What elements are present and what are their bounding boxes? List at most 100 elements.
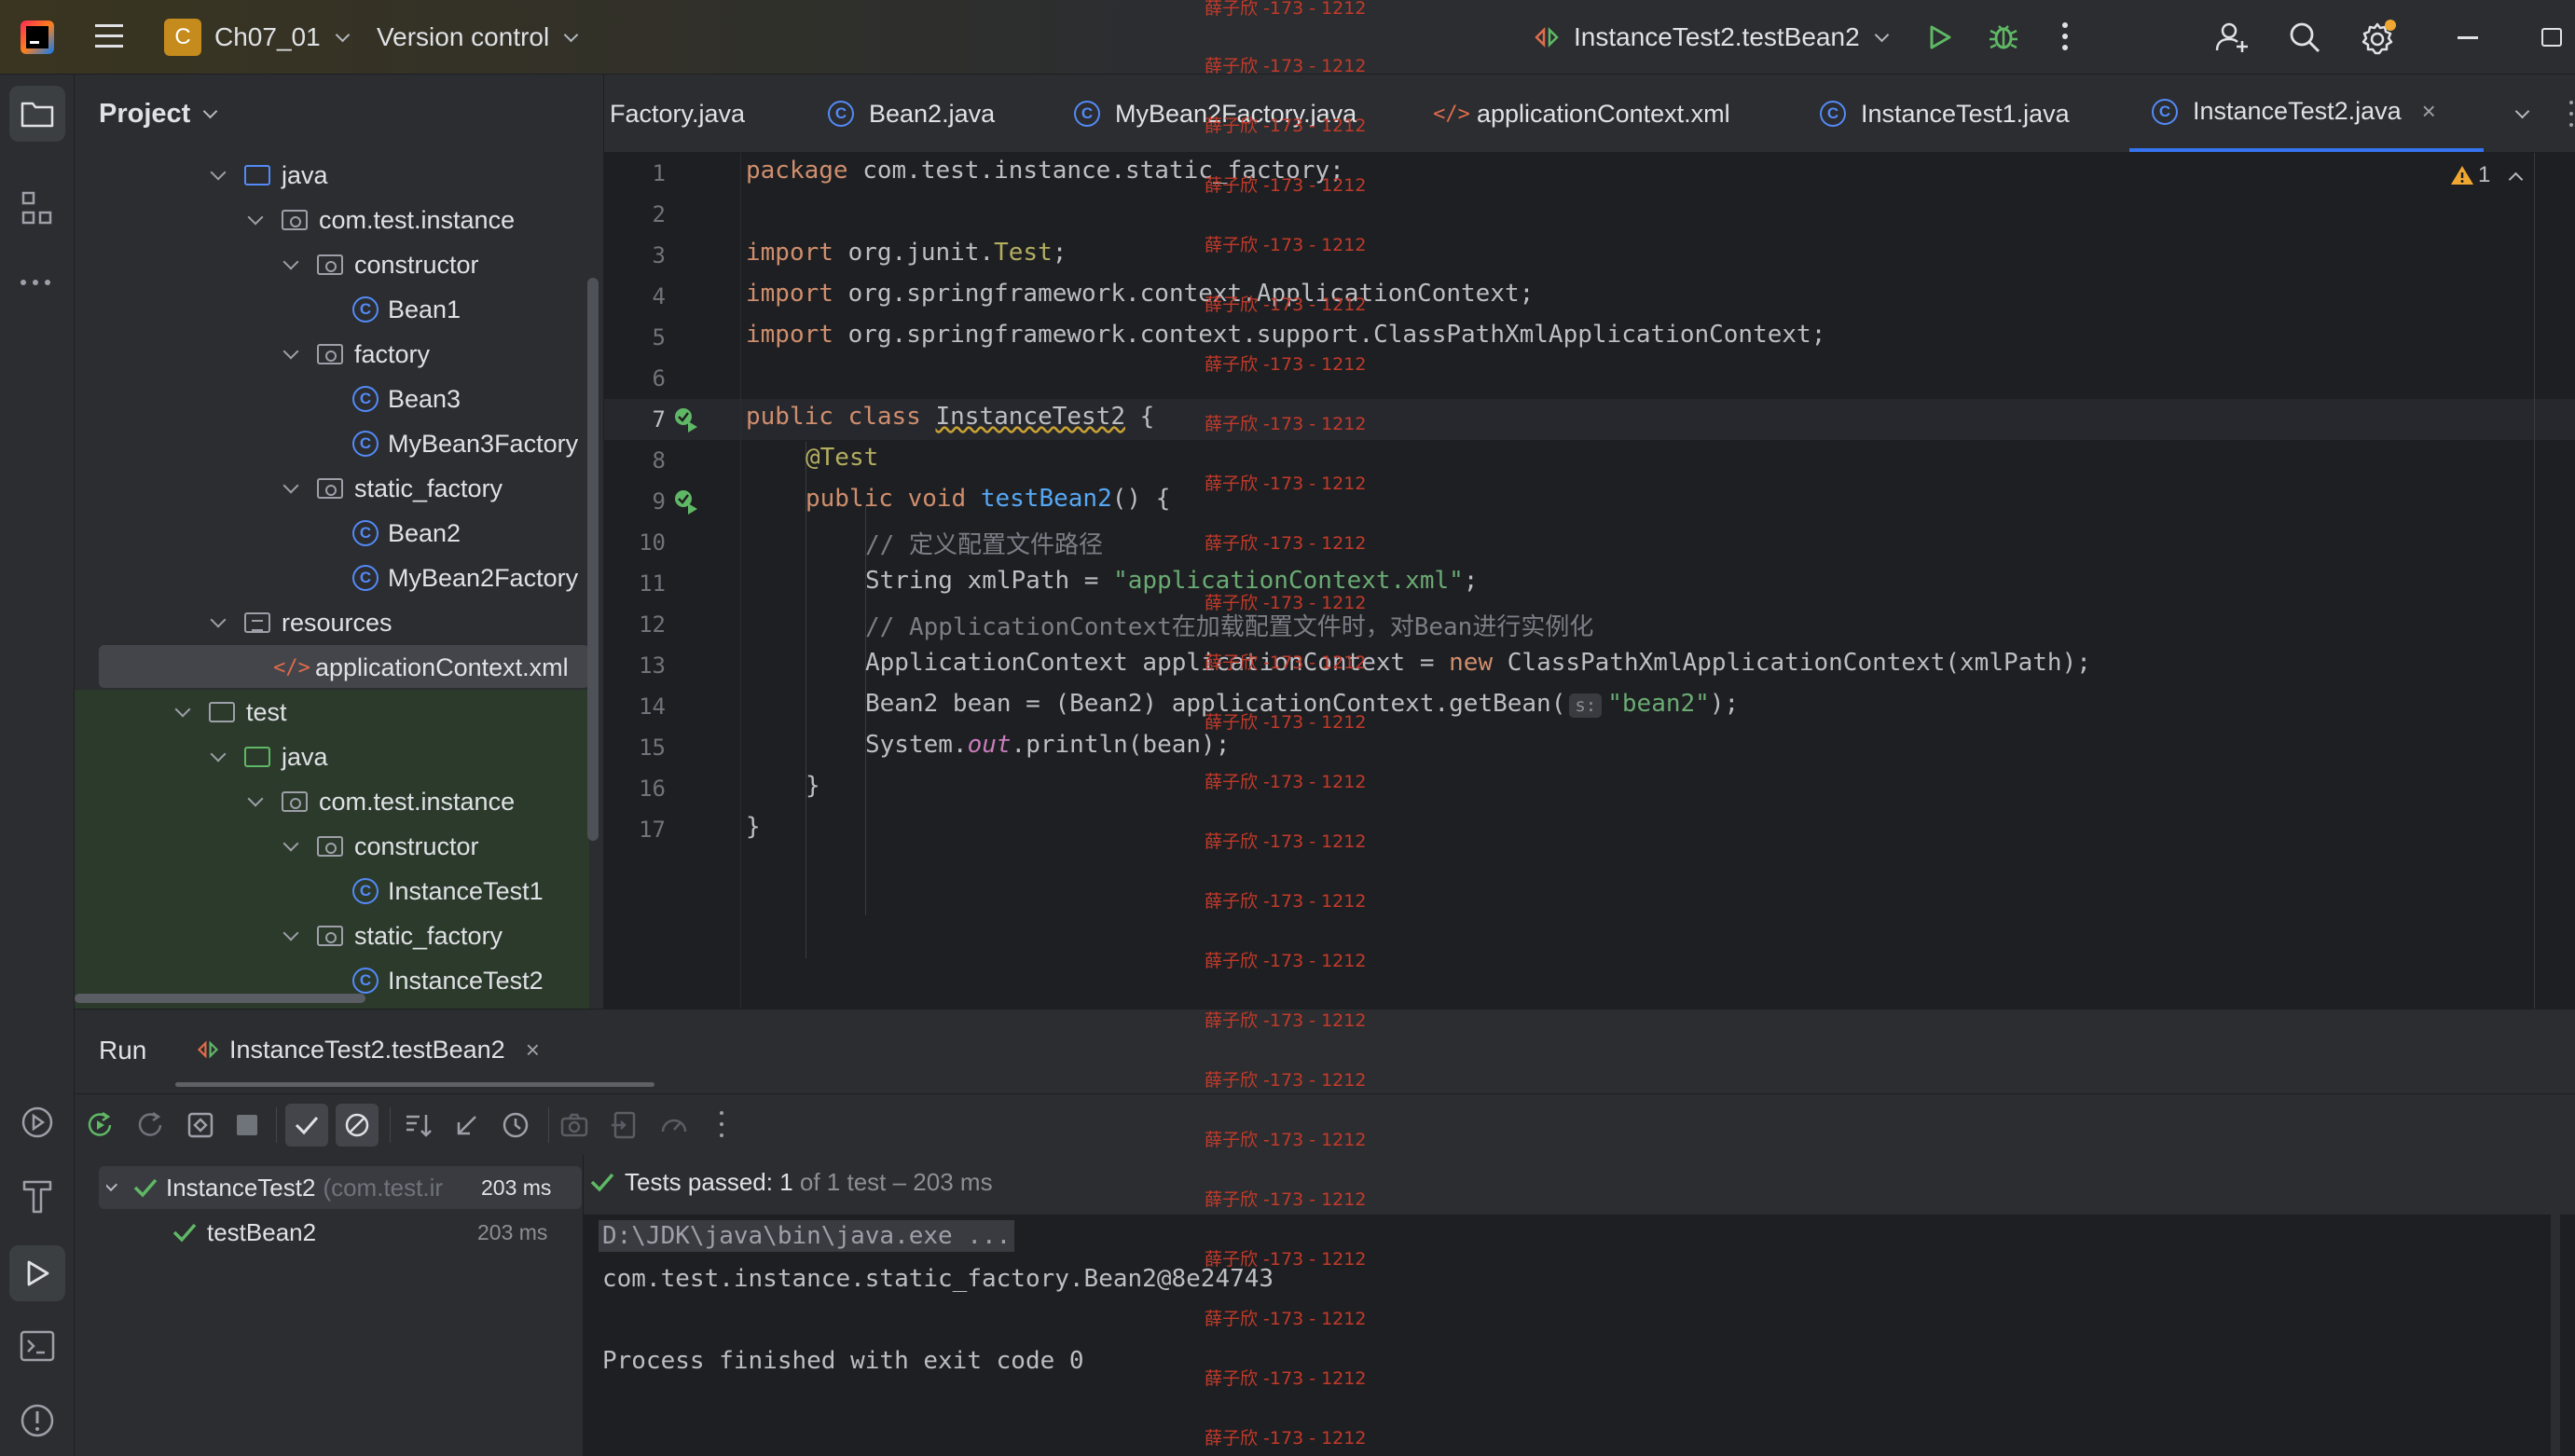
horizontal-scrollbar[interactable]: [75, 994, 365, 1003]
tree-item[interactable]: C Bean1: [352, 287, 461, 332]
more-actions-icon[interactable]: [2062, 22, 2070, 52]
tree-item[interactable]: static_factory: [282, 913, 503, 958]
class-icon: C: [2152, 98, 2178, 125]
line-number: 3: [652, 242, 666, 268]
test-row[interactable]: testBean2: [172, 1211, 316, 1254]
coverage-icon[interactable]: [658, 1109, 690, 1141]
debug-icon[interactable]: [1988, 21, 2019, 52]
tree-item[interactable]: constructor: [282, 824, 479, 869]
close-tab-icon[interactable]: ×: [2422, 97, 2436, 126]
run-more-icon[interactable]: [720, 1111, 723, 1139]
history-icon[interactable]: [500, 1109, 531, 1141]
tab-factory[interactable]: Factory.java: [610, 75, 745, 152]
test-duration: 203 ms: [477, 1220, 548, 1244]
tree-item[interactable]: C Bean3: [352, 377, 461, 421]
app-logo[interactable]: [21, 21, 54, 54]
line-number: 6: [652, 365, 666, 391]
class-icon: C: [352, 878, 379, 904]
stop-icon[interactable]: [237, 1115, 257, 1135]
tab-applicationcontext[interactable]: </> applicationContext.xml: [1433, 75, 1730, 152]
run-tool-button[interactable]: [9, 1245, 65, 1301]
code-line-16: }: [806, 772, 820, 800]
tree-item[interactable]: java: [210, 735, 328, 779]
minimize-icon[interactable]: [2458, 36, 2478, 39]
tree-item[interactable]: static_factory: [282, 466, 503, 511]
sort-icon[interactable]: [403, 1109, 434, 1141]
toggle-auto-test-icon[interactable]: [185, 1109, 216, 1141]
console-output[interactable]: D:\JDK\java\bin\java.exe ... com.test.in…: [584, 1215, 2575, 1456]
line-number: 14: [639, 694, 666, 720]
run-config-selector[interactable]: InstanceTest2.testBean2: [1533, 17, 1889, 58]
maximize-icon[interactable]: [2541, 28, 2562, 47]
tab-bean2[interactable]: C Bean2.java: [828, 75, 995, 152]
project-tool-button[interactable]: [9, 86, 65, 142]
search-icon[interactable]: [2286, 19, 2323, 56]
run-tab[interactable]: InstanceTest2.testBean2 ×: [196, 1026, 540, 1073]
project-name: Ch07_01: [214, 22, 321, 51]
more-tools-icon[interactable]: [21, 280, 50, 285]
rerun-icon[interactable]: [84, 1109, 116, 1141]
problems-icon[interactable]: [19, 1402, 56, 1439]
run-test-gutter-icon[interactable]: [673, 488, 701, 516]
line-number: 11: [639, 570, 666, 597]
close-tab-icon[interactable]: ×: [526, 1036, 540, 1065]
project-panel-header[interactable]: Project: [99, 75, 218, 153]
source-folder-icon: [244, 165, 270, 185]
show-ignored-toggle[interactable]: [336, 1104, 379, 1147]
left-tool-strip: [0, 75, 75, 1456]
console-line: com.test.instance.static_factory.Bean2@8…: [602, 1265, 1274, 1293]
code-line-17: }: [746, 813, 761, 841]
run-panel: Run InstanceTest2.testBean2 × InstanceTe…: [75, 1009, 2575, 1456]
console-scrollbar[interactable]: [2551, 1215, 2560, 1456]
tab-bar-more-icon[interactable]: [2569, 101, 2573, 129]
tree-item[interactable]: com.test.instance: [247, 779, 515, 824]
tree-item[interactable]: C MyBean2Factory: [352, 556, 578, 600]
tab-list-chevron-icon[interactable]: [2514, 103, 2530, 119]
import-tests-icon[interactable]: [610, 1109, 640, 1141]
ide-window: C Ch07_01 Version control InstanceTest2.…: [0, 0, 2575, 1456]
build-hammer-icon[interactable]: [19, 1176, 56, 1216]
tree-item[interactable]: C InstanceTest2: [352, 958, 544, 1003]
line-number: 13: [639, 652, 666, 679]
settings-gear-icon[interactable]: [2359, 19, 2398, 58]
tree-item[interactable]: C Bean2: [352, 511, 461, 556]
rerun-failed-icon[interactable]: [134, 1109, 166, 1141]
services-icon[interactable]: [19, 1104, 56, 1141]
tab-instancetest1[interactable]: C InstanceTest1.java: [1820, 75, 2070, 152]
add-user-icon[interactable]: [2213, 19, 2251, 56]
collapse-all-icon[interactable]: [451, 1109, 483, 1141]
run-test-gutter-icon[interactable]: [673, 406, 701, 434]
project-switcher[interactable]: C Ch07_01: [164, 17, 350, 58]
main-menu-icon[interactable]: [95, 24, 123, 48]
tree-item[interactable]: factory: [282, 332, 430, 377]
camera-icon[interactable]: [559, 1111, 589, 1139]
toolbar-separator: [390, 1107, 391, 1143]
parameter-hint: s:: [1569, 694, 1603, 718]
package-icon: [282, 791, 308, 812]
run-icon[interactable]: [1924, 22, 1954, 52]
tab-instancetest2[interactable]: C InstanceTest2.java ×: [2129, 75, 2484, 152]
tree-item[interactable]: com.test.instance: [247, 198, 515, 242]
editor-tab-bar: Factory.java C Bean2.java C MyBean2Facto…: [604, 75, 2575, 153]
tree-item[interactable]: constructor: [282, 242, 479, 287]
tab-mybean2factory[interactable]: C MyBean2Factory.java: [1074, 75, 1356, 152]
tree-item[interactable]: test: [174, 690, 287, 735]
package-icon: [317, 254, 343, 275]
tree-item[interactable]: C MyBean3Factory: [352, 421, 578, 466]
terminal-icon[interactable]: [19, 1329, 56, 1363]
test-status-line: Tests passed: 1 of 1 test – 203 ms: [589, 1159, 993, 1205]
console-command-line[interactable]: D:\JDK\java\bin\java.exe ...: [599, 1220, 1015, 1252]
project-scrollbar[interactable]: [587, 278, 599, 841]
code-editor[interactable]: 1 2 3 4 5 6 7 8 9 10 11 12 13 14 15 16 1…: [604, 153, 2575, 1009]
show-passed-toggle[interactable]: [285, 1104, 328, 1147]
tree-item[interactable]: resources: [210, 600, 392, 645]
tree-item[interactable]: C InstanceTest1: [352, 869, 544, 913]
version-control-menu[interactable]: Version control: [377, 17, 579, 58]
title-bar: C Ch07_01 Version control InstanceTest2.…: [0, 0, 2575, 75]
tree-item-selected[interactable]: </> applicationContext.xml: [273, 645, 569, 690]
structure-icon[interactable]: [21, 190, 54, 227]
chevron-up-icon[interactable]: [2509, 172, 2524, 186]
inspection-widget[interactable]: 1: [2450, 162, 2524, 188]
tree-item[interactable]: java: [210, 153, 328, 198]
vcs-label: Version control: [377, 22, 550, 51]
